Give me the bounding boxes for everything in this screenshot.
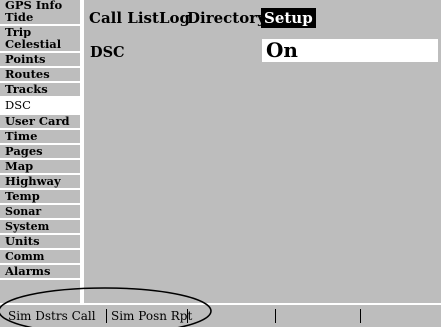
side-item-time[interactable]: Time bbox=[0, 130, 80, 143]
side-item-trip[interactable]: Trip bbox=[0, 26, 80, 38]
tab-call-list[interactable]: Call List bbox=[89, 8, 159, 28]
softkey-divider bbox=[360, 309, 361, 323]
side-item-tide[interactable]: Tide bbox=[0, 11, 80, 25]
side-item-temp[interactable]: Temp bbox=[0, 190, 80, 203]
side-item-comm[interactable]: Comm bbox=[0, 250, 80, 263]
side-menu: GPS Info Tide Trip Celestial Points Rout… bbox=[0, 0, 82, 303]
menu-divider bbox=[82, 0, 84, 303]
dsc-setting-field[interactable]: On bbox=[262, 39, 438, 62]
softkey-sim-dstrs-call[interactable]: Sim Dstrs Call bbox=[8, 305, 96, 327]
side-item-alarms[interactable]: Alarms bbox=[0, 265, 80, 278]
side-item-gps-info[interactable]: GPS Info bbox=[0, 0, 80, 11]
side-item-pages[interactable]: Pages bbox=[0, 145, 80, 158]
side-item-routes[interactable]: Routes bbox=[0, 68, 80, 81]
side-item-units[interactable]: Units bbox=[0, 235, 80, 248]
side-item-dsc[interactable]: DSC bbox=[0, 99, 80, 113]
softkey-divider bbox=[187, 309, 188, 323]
side-item-system[interactable]: System bbox=[0, 220, 80, 233]
side-menu-filler bbox=[0, 280, 80, 303]
side-item-map[interactable]: Map bbox=[0, 160, 80, 173]
side-item-tracks[interactable]: Tracks bbox=[0, 83, 80, 96]
tab-setup[interactable]: Setup bbox=[261, 8, 316, 28]
softkey-divider bbox=[275, 309, 276, 323]
side-item-celestial[interactable]: Celestial bbox=[0, 38, 80, 52]
dsc-setting-label: DSC bbox=[90, 44, 125, 61]
side-item-sonar[interactable]: Sonar bbox=[0, 205, 80, 218]
gps-screen: GPS Info Tide Trip Celestial Points Rout… bbox=[0, 0, 441, 327]
side-item-points[interactable]: Points bbox=[0, 53, 80, 66]
softkey-divider bbox=[106, 309, 107, 323]
tab-directory[interactable]: Directory bbox=[187, 8, 266, 28]
side-item-highway[interactable]: Highway bbox=[0, 175, 80, 188]
softkey-bar: Sim Dstrs Call Sim Posn Rpt bbox=[0, 305, 441, 327]
tab-log[interactable]: Log bbox=[159, 8, 190, 28]
side-item-user-card[interactable]: User Card bbox=[0, 115, 80, 128]
softkey-sim-posn-rpt[interactable]: Sim Posn Rpt bbox=[111, 305, 192, 327]
